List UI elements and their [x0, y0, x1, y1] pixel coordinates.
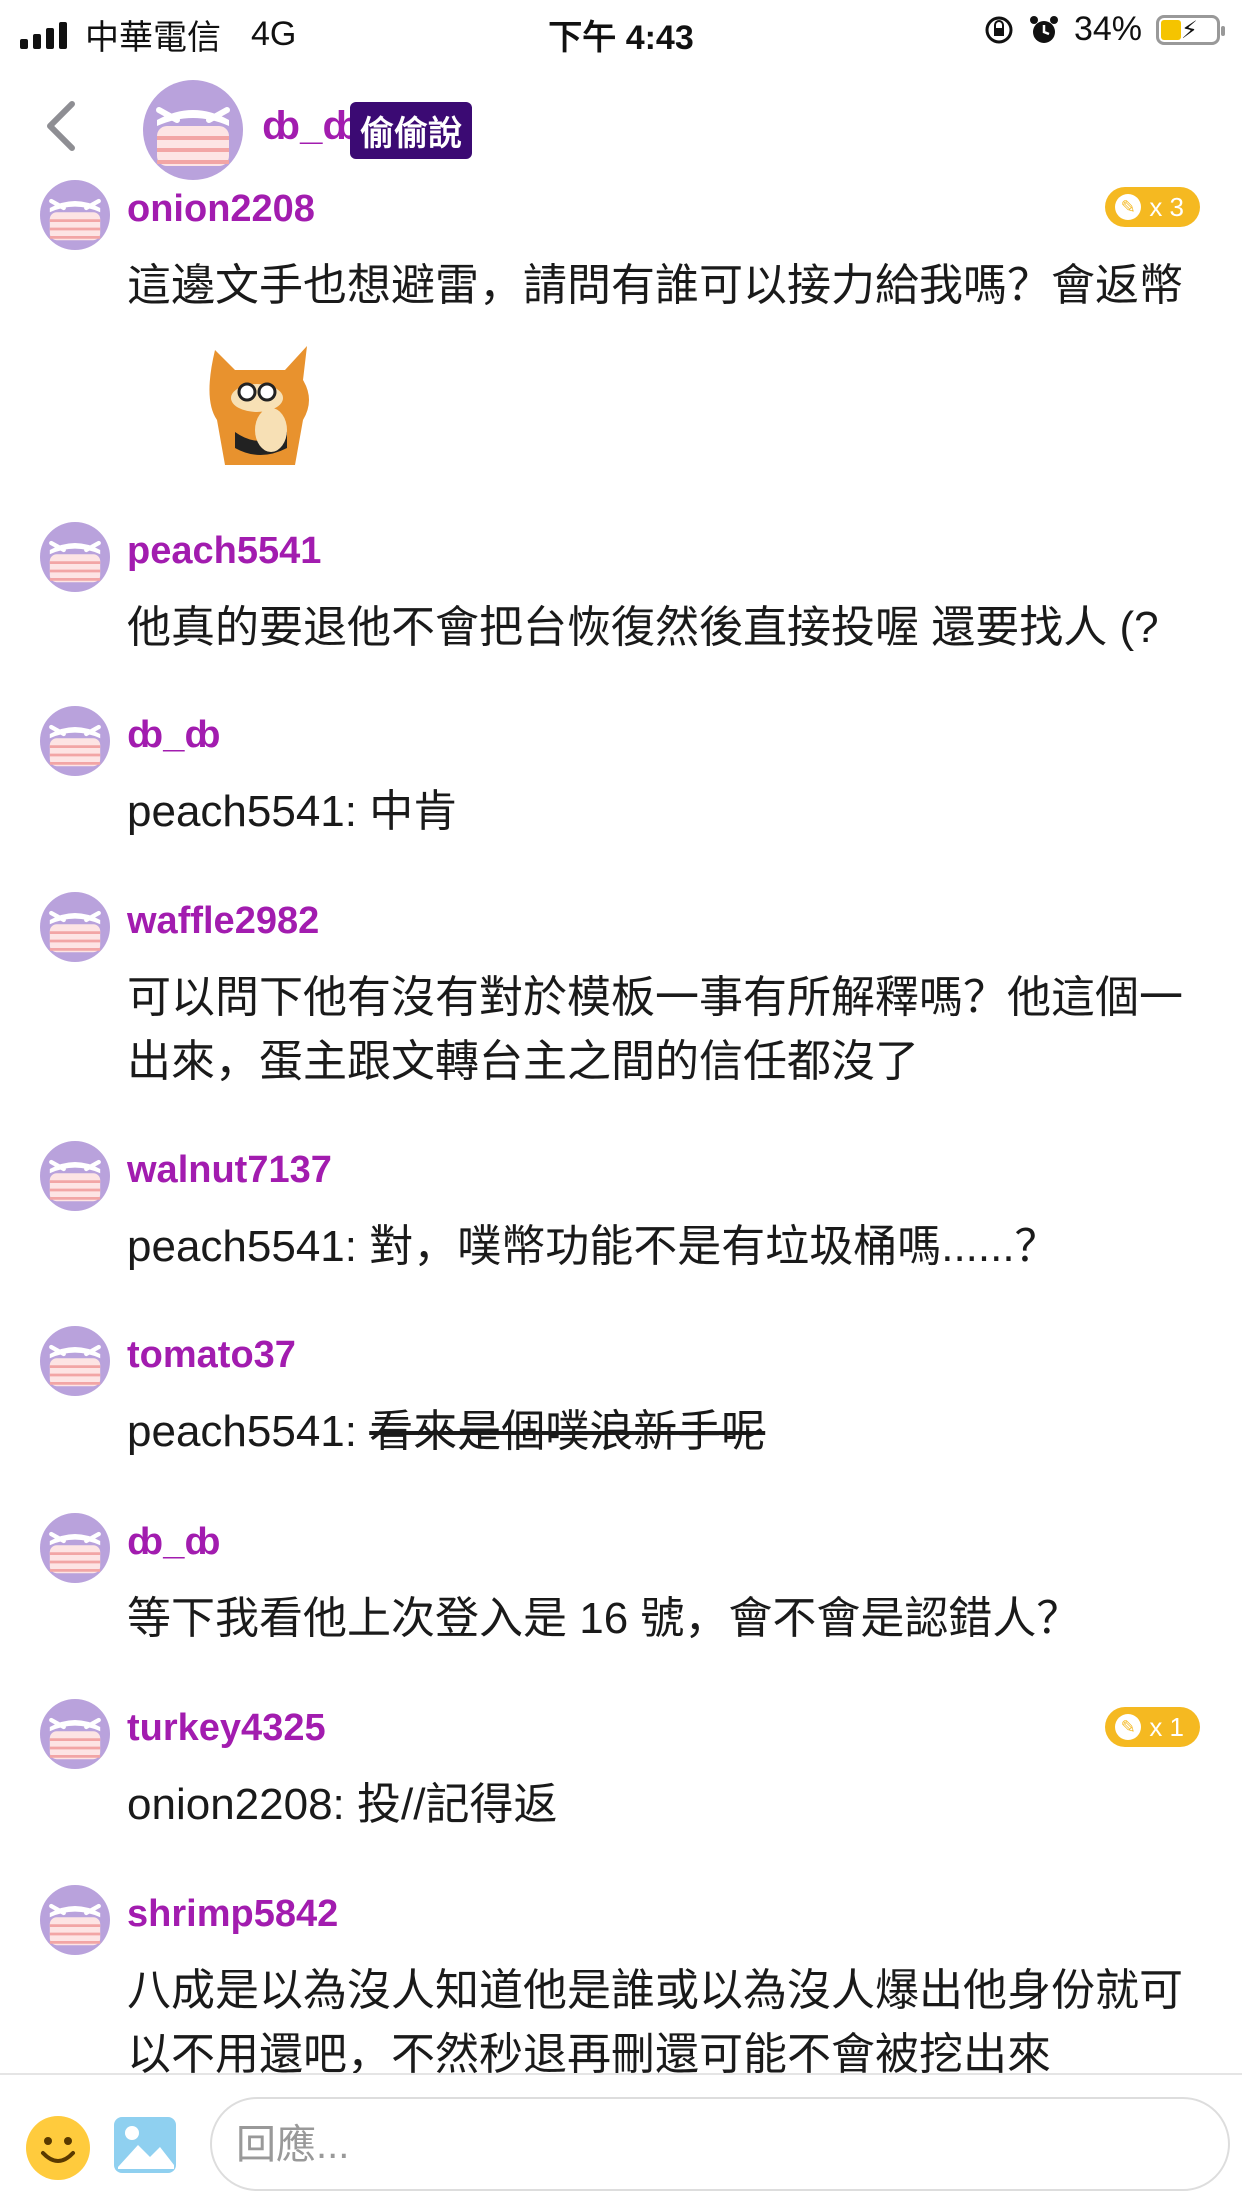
avatar: [40, 522, 110, 592]
avatar: [40, 1141, 110, 1211]
back-icon[interactable]: [40, 98, 80, 154]
avatar: [40, 1699, 110, 1769]
coin-icon: ✎: [1115, 1714, 1142, 1740]
battery-icon: ⚡: [1156, 14, 1225, 45]
status-bar: 中華電信 4G 下午 4:43 34% ⚡: [0, 0, 1242, 64]
message-text: 他真的要退他不會把台恢復然後直接投喔 還要找人 (?: [127, 603, 1159, 652]
fox-sticker: [209, 346, 309, 465]
message-text: 這邊文手也想避雷，請問有誰可以接力給我嗎？會返幣: [127, 261, 1183, 310]
username[interactable]: tomato37: [127, 1334, 296, 1377]
avatar: [40, 706, 110, 776]
anonymous-badge: 偷偷說: [350, 102, 472, 159]
message-text: peach5541: 中肯: [127, 787, 458, 836]
coin-badge: ✎ x 1: [1105, 1707, 1200, 1747]
avatar: [40, 1326, 110, 1396]
message-text: onion2208: 投//記得返: [127, 1780, 558, 1829]
coin-badge: ✎ x 3: [1105, 187, 1200, 227]
image-icon[interactable]: [112, 2115, 178, 2175]
coin-icon: ✎: [1115, 194, 1142, 220]
strikethrough-text: 看來是個噗浪新手呢: [369, 1407, 766, 1456]
alarm-icon: [1029, 15, 1058, 43]
username[interactable]: walnut7137: [127, 1149, 332, 1192]
lock-rotation-icon: [985, 16, 1013, 43]
avatar: [40, 1885, 110, 1955]
message-text: 可以問下他有沒有對於模板一事有所解釋嗎？他這個一出來，蛋主跟文轉台主之間的信任都…: [127, 973, 1183, 1086]
username[interactable]: turkey4325: [127, 1707, 326, 1750]
reply-input-container[interactable]: [210, 2097, 1230, 2191]
reply-input[interactable]: [234, 2099, 1198, 2191]
avatar: [40, 892, 110, 962]
username[interactable]: ȸ_ȸ: [127, 714, 221, 757]
message-text: 八成是以為沒人知道他是誰或以為沒人爆出他身份就可以不用還吧，不然秒退再刪還可能不…: [127, 1966, 1183, 2079]
battery-percent: 34%: [1073, 10, 1142, 48]
message-text: peach5541: 對，噗幣功能不是有垃圾桶嗎......？: [127, 1222, 1059, 1271]
username[interactable]: peach5541: [127, 530, 321, 573]
username[interactable]: ȸ_ȸ: [127, 1521, 221, 1564]
username[interactable]: shrimp5842: [127, 1893, 338, 1936]
message-text: peach5541: 看來是個噗浪新手呢: [127, 1407, 766, 1456]
smiley-icon[interactable]: [25, 2115, 91, 2181]
username[interactable]: waffle2982: [127, 900, 319, 943]
message-text: 等下我看他上次登入是 16 號，會不會是認錯人？: [127, 1594, 1081, 1643]
chat-header: ȸ_ȸ 偷偷說: [0, 70, 1242, 180]
avatar[interactable]: [143, 80, 243, 180]
avatar: [40, 180, 110, 250]
author-name[interactable]: ȸ_ȸ: [262, 104, 361, 149]
username[interactable]: onion2208: [127, 188, 315, 231]
reply-bar: [0, 2073, 1242, 2210]
avatar: [40, 1513, 110, 1583]
